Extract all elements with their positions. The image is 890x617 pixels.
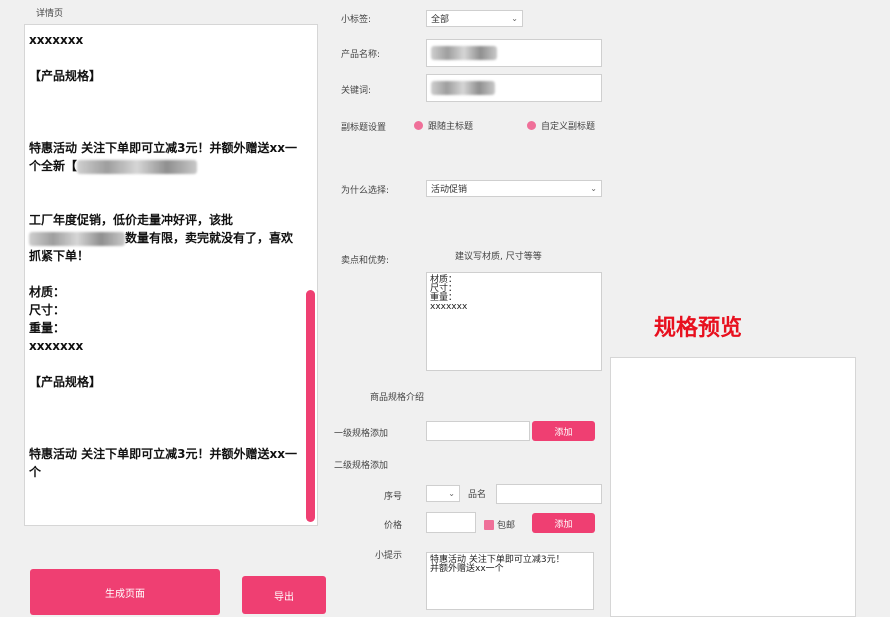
spec-preview-title: 规格预览: [654, 315, 743, 341]
preview-line: 【产品规格】: [29, 375, 102, 389]
spec-intro-label: 商品规格介绍: [370, 393, 425, 403]
price-input[interactable]: [426, 512, 476, 533]
features-label: 卖点和优势:: [341, 256, 390, 266]
preview-line: xxxxxxx: [29, 339, 84, 353]
preview-line: 材质：: [29, 285, 66, 299]
blurred-text: [29, 231, 125, 246]
blurred-text: [431, 81, 495, 95]
generate-page-button[interactable]: 生成页面: [30, 569, 220, 615]
blurred-text: [431, 46, 497, 60]
preview-line: [29, 85, 299, 103]
preview-line: xxxxxxx: [29, 33, 84, 47]
features-textarea[interactable]: 材质： 尺寸： 重量： xxxxxxx: [426, 272, 602, 371]
preview-line: [29, 121, 299, 139]
preview-line: 尺寸：: [29, 303, 66, 317]
keyword-input[interactable]: [426, 74, 602, 102]
vertical-scrollbar[interactable]: [306, 290, 315, 522]
subtitle-option-custom-label: 自定义副标题: [541, 122, 596, 132]
why-choose-select[interactable]: 活动促销 ⌄: [426, 180, 602, 197]
chevron-down-icon: ⌄: [511, 14, 518, 23]
keyword-label: 关键词:: [341, 86, 372, 96]
preview-line: [29, 49, 299, 67]
radio-icon: [414, 121, 423, 130]
seq-select[interactable]: ⌄: [426, 485, 460, 502]
subtitle-option-follow[interactable]: 跟随主标题: [414, 119, 473, 132]
preview-line: [29, 391, 299, 409]
preview-line: [29, 193, 299, 211]
preview-line: 特惠活动 关注下单即可立减3元！并额外赠送xx一个: [29, 447, 298, 479]
preview-line: [29, 427, 299, 445]
blurred-text: [77, 159, 198, 174]
preview-line: 特惠活动 关注下单即可立减3元！并额外赠送xx一个全新【: [29, 141, 298, 174]
preview-line: [29, 265, 299, 283]
chevron-down-icon: ⌄: [590, 184, 597, 193]
category-value: 全部: [431, 15, 450, 25]
radio-icon: [527, 121, 536, 130]
subtitle-setting-label: 副标题设置: [341, 123, 387, 133]
chevron-down-icon: ⌄: [448, 489, 455, 498]
preview-line: 工厂年度促销，低价走量冲好评，该批: [29, 213, 234, 227]
package-checkbox[interactable]: 包邮: [484, 518, 515, 531]
preview-line: [29, 409, 299, 427]
preview-line: 数量有限，卖完就没有了，喜欢抓紧下单！: [29, 231, 294, 263]
spec-preview-panel: [610, 357, 856, 617]
level2-label: 二级规格添加: [334, 461, 389, 471]
level1-input[interactable]: [426, 421, 530, 441]
level1-add-button[interactable]: 添加: [532, 421, 595, 441]
why-choose-value: 活动促销: [431, 185, 468, 195]
preview-line: [29, 355, 299, 373]
subtitle-option-follow-label: 跟随主标题: [428, 122, 474, 132]
category-label: 小标签:: [341, 15, 372, 25]
level2-add-button[interactable]: 添加: [532, 513, 595, 533]
product-name-label: 产品名称:: [341, 50, 381, 60]
why-choose-label: 为什么选择:: [341, 186, 390, 196]
preview-line: [29, 175, 299, 193]
seq-label: 序号: [384, 492, 403, 502]
name-input[interactable]: [496, 484, 602, 504]
category-select[interactable]: 全部 ⌄: [426, 10, 523, 27]
notice-label: 小提示: [375, 551, 403, 561]
preview-line: 重量：: [29, 321, 66, 335]
checkbox-icon: [484, 519, 494, 530]
preview-line: [29, 103, 299, 121]
left-panel-title: 详情页: [36, 9, 64, 19]
subtitle-option-custom[interactable]: 自定义副标题: [527, 119, 595, 132]
package-label: 包邮: [497, 521, 516, 531]
detail-preview-textarea[interactable]: xxxxxxx 【产品规格】 特惠活动 关注下单即可立减3元！并额外赠送xx一个…: [24, 24, 318, 526]
features-hint: 建议写材质, 尺寸等等: [455, 252, 542, 262]
level1-label: 一级规格添加: [334, 429, 389, 439]
preview-line: 【产品规格】: [29, 69, 102, 83]
name-label: 品名: [468, 490, 487, 500]
export-button[interactable]: 导出: [242, 576, 326, 614]
product-name-input[interactable]: [426, 39, 602, 67]
price-label: 价格: [384, 521, 403, 531]
notice-textarea[interactable]: 特惠活动 关注下单即可立减3元！ 并额外赠送xx一个: [426, 552, 594, 610]
